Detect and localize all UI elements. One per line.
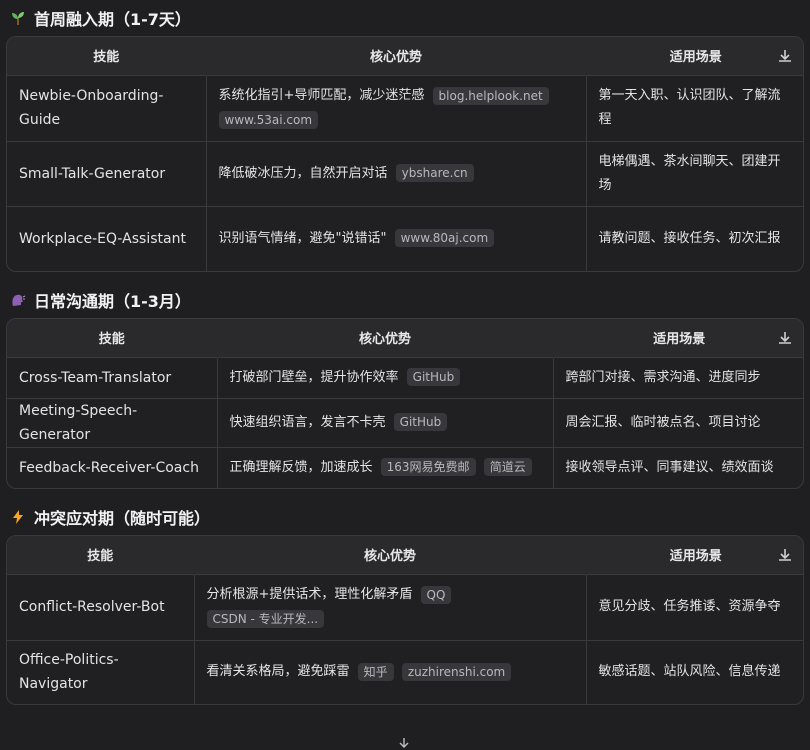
table-conflict: 技能 核心优势 适用场景 Conflict-Resolver-Bot 分析根源+…: [6, 535, 804, 705]
table-row: Cross-Team-Translator 打破部门壁垒，提升协作效率 GitH…: [7, 356, 803, 398]
source-tag[interactable]: www.53ai.com: [218, 110, 319, 129]
scene-cell: 第一天入职、认识团队、了解流程: [585, 74, 803, 141]
source-tag[interactable]: 知乎: [357, 662, 394, 681]
col-header-skill: 技能: [93, 50, 120, 66]
table-row: Feedback-Receiver-Coach 正确理解反馈，加速成长 163网…: [7, 446, 803, 488]
source-tag[interactable]: 163网易免费邮: [380, 458, 476, 477]
source-tag[interactable]: 简道云: [483, 458, 532, 477]
section-title-3: 冲突应对期（随时可能）: [6, 499, 810, 535]
scene-cell: 接收领导点评、同事建议、绩效面谈: [552, 446, 803, 488]
col-header-skill: 技能: [98, 332, 125, 348]
table-header: 技能 核心优势 适用场景: [7, 319, 803, 357]
col-header-skill: 技能: [87, 549, 114, 565]
skill-name: Workplace-EQ-Assistant: [7, 205, 206, 271]
table-daily-communication: 技能 核心优势 适用场景 Cross-Team-Translator 打破部门壁…: [6, 318, 804, 489]
col-header-advantage: 核心优势: [193, 536, 586, 574]
scene-cell: 电梯偶遇、茶水间聊天、团建开场: [585, 140, 803, 206]
table-row: Meeting-Speech-Generator 快速组织语言，发言不卡壳 Gi…: [7, 397, 803, 447]
scene-cell: 意见分歧、任务推诿、资源争夺: [585, 573, 803, 640]
col-header-scene: 适用场景: [585, 536, 803, 574]
skill-name: Office-Politics-Navigator: [7, 639, 194, 704]
page: 首周融入期（1-7天） 技能 核心优势 适用场景 Newbie-Onboardi…: [0, 0, 810, 750]
source-tag[interactable]: GitHub: [393, 413, 448, 431]
advantage-cell: 分析根源+提供话术，理性化解矛盾 QQ CSDN - 专业开发...: [193, 573, 586, 640]
scroll-down-icon[interactable]: [397, 738, 411, 750]
skill-name: Conflict-Resolver-Bot: [7, 573, 194, 640]
table-onboarding: 技能 核心优势 适用场景 Newbie-Onboarding-Guide 系统化…: [6, 36, 804, 272]
table-row: Small-Talk-Generator 降低破冰压力，自然开启对话 ybsha…: [7, 140, 803, 206]
source-tag[interactable]: GitHub: [406, 368, 461, 386]
col-header-advantage: 核心优势: [205, 37, 586, 75]
col-header-advantage: 核心优势: [216, 319, 553, 357]
skill-name: Cross-Team-Translator: [7, 356, 217, 398]
speaking-head-icon: [8, 290, 28, 310]
table-row: Office-Politics-Navigator 看清关系格局，避免踩雷 知乎…: [7, 639, 803, 704]
scene-cell: 请教问题、接收任务、初次汇报: [585, 205, 803, 271]
source-tag[interactable]: zuzhirenshi.com: [401, 662, 512, 681]
advantage-cell: 系统化指引+导师匹配，减少迷茫感 blog.helplook.net www.5…: [205, 74, 586, 141]
advantage-cell: 打破部门壁垒，提升协作效率 GitHub: [216, 356, 553, 398]
table-header: 技能 核心优势 适用场景: [7, 37, 803, 75]
advantage-cell: 降低破冰压力，自然开启对话 ybshare.cn: [205, 140, 586, 206]
source-tag[interactable]: CSDN - 专业开发...: [206, 609, 325, 628]
advantage-cell: 识别语气情绪，避免"说错话" www.80aj.com: [205, 205, 586, 271]
section-title-1: 首周融入期（1-7天）: [6, 0, 810, 36]
source-tag[interactable]: blog.helplook.net: [432, 86, 549, 105]
skill-name: Feedback-Receiver-Coach: [7, 446, 217, 488]
advantage-cell: 快速组织语言，发言不卡壳 GitHub: [216, 397, 553, 447]
download-icon[interactable]: [777, 547, 793, 563]
lightning-icon: [8, 507, 28, 527]
table-row: Workplace-EQ-Assistant 识别语气情绪，避免"说错话" ww…: [7, 205, 803, 271]
source-tag[interactable]: QQ: [420, 585, 452, 604]
section-title-2: 日常沟通期（1-3月）: [6, 282, 810, 318]
source-tag[interactable]: www.80aj.com: [394, 229, 495, 248]
col-header-scene: 适用场景: [552, 319, 803, 357]
seedling-icon: [8, 8, 28, 28]
table-row: Conflict-Resolver-Bot 分析根源+提供话术，理性化解矛盾 Q…: [7, 573, 803, 640]
skill-name: Small-Talk-Generator: [7, 140, 206, 206]
table-row: Newbie-Onboarding-Guide 系统化指引+导师匹配，减少迷茫感…: [7, 74, 803, 141]
scene-cell: 周会汇报、临时被点名、项目讨论: [552, 397, 803, 447]
source-tag[interactable]: ybshare.cn: [395, 164, 474, 182]
advantage-cell: 正确理解反馈，加速成长 163网易免费邮 简道云: [216, 446, 553, 488]
col-header-scene: 适用场景: [585, 37, 803, 75]
scene-cell: 敏感话题、站队风险、信息传递: [585, 639, 803, 704]
table-header: 技能 核心优势 适用场景: [7, 536, 803, 574]
download-icon[interactable]: [777, 330, 793, 346]
scene-cell: 跨部门对接、需求沟通、进度同步: [552, 356, 803, 398]
skill-name: Newbie-Onboarding-Guide: [7, 74, 206, 141]
download-icon[interactable]: [777, 48, 793, 64]
skill-name: Meeting-Speech-Generator: [7, 397, 217, 447]
advantage-cell: 看清关系格局，避免踩雷 知乎 zuzhirenshi.com: [193, 639, 586, 704]
